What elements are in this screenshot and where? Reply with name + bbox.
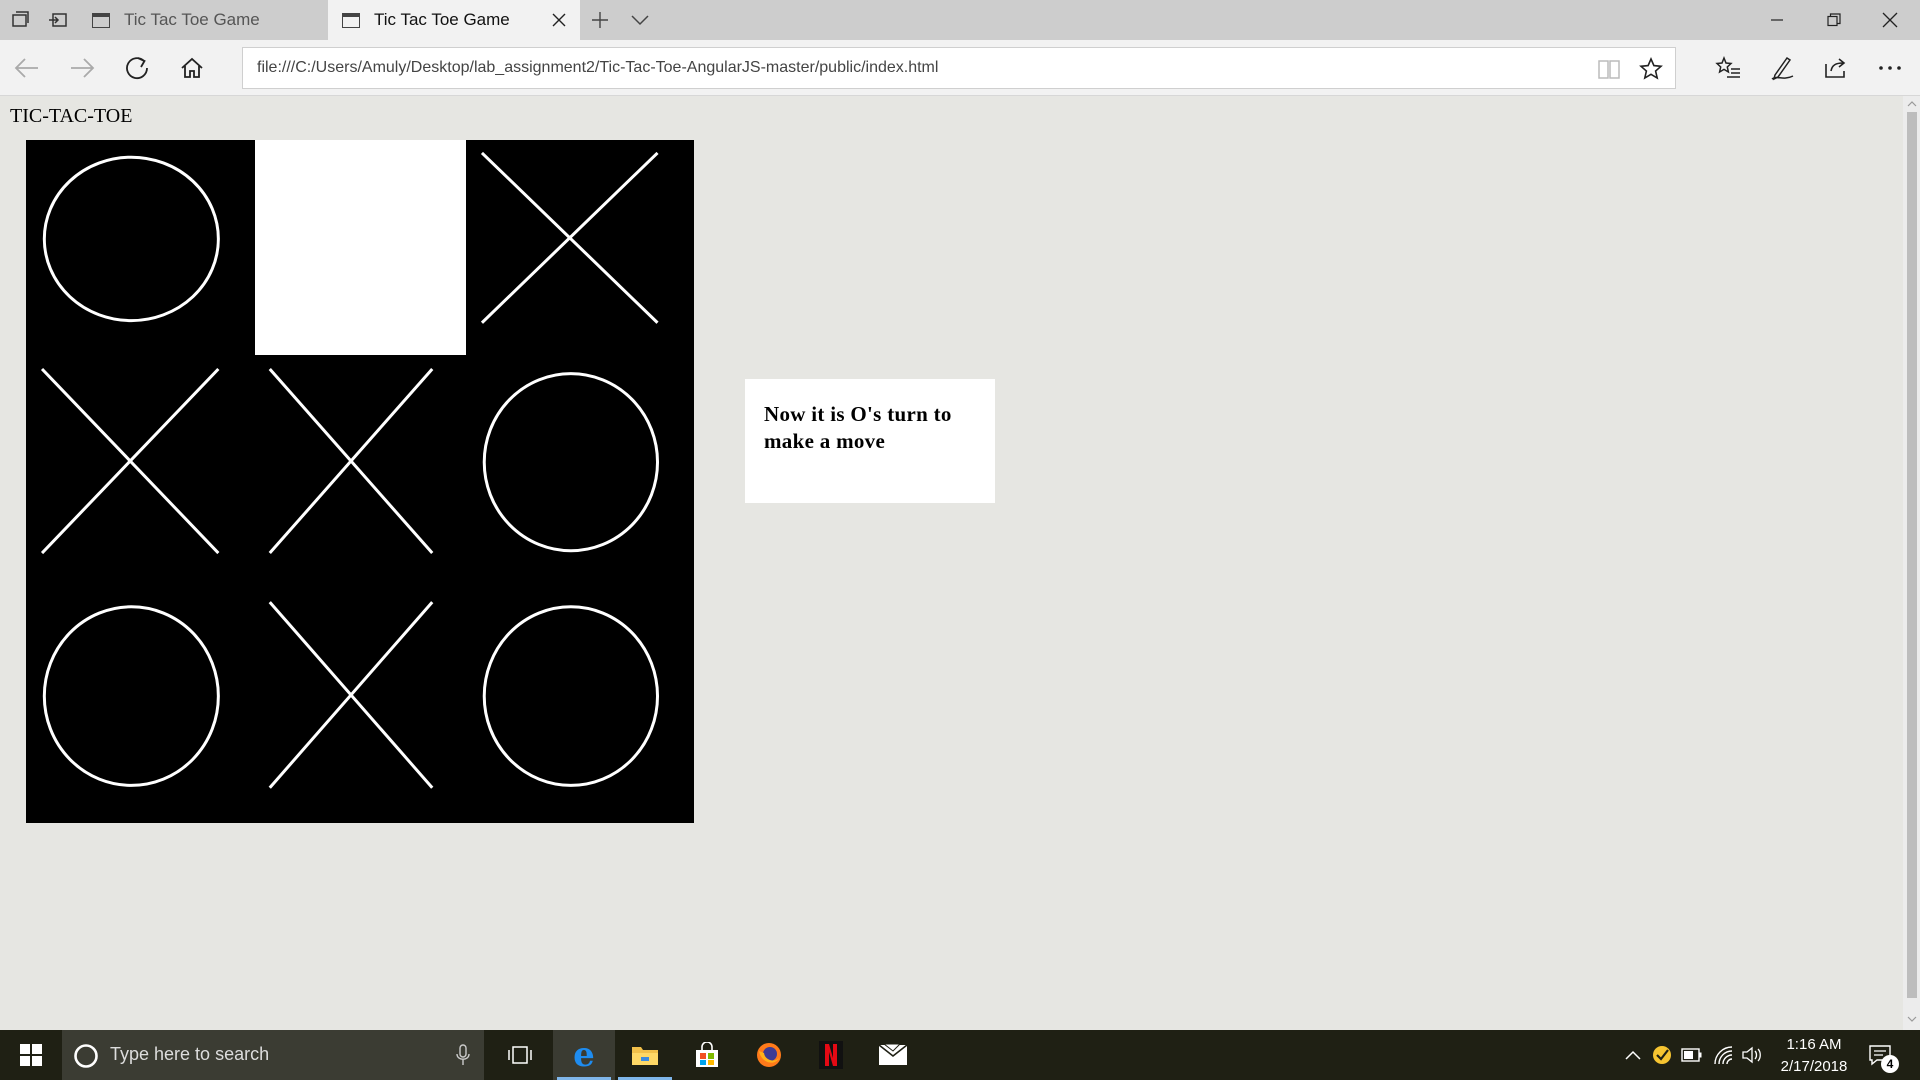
set-aside-tabs-icon[interactable] (46, 8, 70, 32)
back-icon[interactable] (11, 52, 43, 84)
board-cell-o[interactable] (466, 355, 694, 588)
refresh-icon[interactable] (121, 52, 153, 84)
home-icon[interactable] (176, 52, 208, 84)
tab-title: Tic Tac Toe Game (374, 10, 510, 29)
edge-browser-icon[interactable]: e (553, 1030, 615, 1080)
browser-window: Tic Tac Toe Game Tic Tac Toe Game file:/… (0, 0, 1920, 1080)
board-cell-empty[interactable] (255, 140, 466, 355)
board-cell-o[interactable] (26, 140, 255, 355)
battery-icon[interactable] (1680, 1043, 1704, 1067)
new-tab-icon[interactable] (588, 8, 612, 32)
board-cell-x[interactable] (466, 140, 694, 355)
favorites-hub-icon[interactable] (1712, 52, 1744, 84)
o-mark (484, 374, 657, 551)
page-title: TIC-TAC-TOE (10, 105, 133, 127)
page-content: TIC-TAC-TOE Now it is O's turn to make a… (0, 96, 1903, 1030)
o-mark-svg (466, 588, 694, 823)
minimize-icon[interactable] (1749, 0, 1805, 40)
address-bar[interactable]: file:///C:/Users/Amuly/Desktop/lab_assig… (242, 47, 1676, 89)
wifi-icon[interactable] (1712, 1043, 1736, 1067)
o-mark-svg (26, 588, 255, 823)
x-mark-svg (255, 588, 466, 823)
navigation-bar: file:///C:/Users/Amuly/Desktop/lab_assig… (0, 40, 1920, 96)
restore-icon[interactable] (1806, 0, 1862, 40)
file-explorer-icon[interactable] (614, 1030, 676, 1080)
board-cell-x[interactable] (26, 355, 255, 588)
board-cell-o[interactable] (26, 588, 255, 823)
microphone-icon[interactable] (456, 1044, 470, 1071)
board-cell-x[interactable] (255, 588, 466, 823)
security-status-icon[interactable] (1650, 1043, 1674, 1067)
tab-title: Tic Tac Toe Game (124, 10, 260, 29)
tab-active[interactable]: Tic Tac Toe Game (328, 0, 580, 40)
scroll-up-icon[interactable] (1906, 99, 1917, 109)
x-mark-svg (26, 355, 255, 588)
turn-status: Now it is O's turn to make a move (764, 402, 952, 453)
clock-date: 2/17/2018 (1780, 1058, 1848, 1075)
netflix-icon[interactable] (800, 1030, 862, 1080)
store-icon[interactable] (676, 1030, 738, 1080)
cortana-icon (73, 1043, 99, 1074)
scroll-down-icon[interactable] (1906, 1014, 1917, 1024)
show-hidden-icons-icon[interactable] (1621, 1043, 1645, 1067)
web-note-icon[interactable] (1766, 52, 1798, 84)
taskbar-search-box[interactable]: Type here to search (62, 1030, 484, 1080)
windows-start-icon[interactable] (0, 1030, 62, 1080)
o-mark (44, 157, 218, 320)
more-icon[interactable] (1874, 52, 1906, 84)
share-icon[interactable] (1820, 52, 1852, 84)
status-panel: Now it is O's turn to make a move (745, 379, 995, 503)
address-url: file:///C:/Users/Amuly/Desktop/lab_assig… (257, 59, 939, 76)
o-mark-svg (26, 140, 255, 355)
search-placeholder: Type here to search (110, 1044, 270, 1064)
tab-strip: Tic Tac Toe Game Tic Tac Toe Game (0, 0, 1920, 40)
scroll-thumb[interactable] (1907, 112, 1917, 998)
task-view-icon[interactable] (489, 1030, 551, 1080)
page-icon (92, 12, 110, 28)
forward-icon[interactable] (66, 52, 98, 84)
close-icon[interactable] (1862, 0, 1918, 40)
x-mark-svg (466, 140, 694, 355)
firefox-icon[interactable] (738, 1030, 800, 1080)
tab-list-icon[interactable] (8, 8, 32, 32)
tab-preview-icon[interactable] (628, 8, 652, 32)
board-cell-o[interactable] (466, 588, 694, 823)
volume-icon[interactable] (1740, 1043, 1764, 1067)
vertical-scrollbar[interactable] (1903, 96, 1920, 1030)
board-cell-x[interactable] (255, 355, 466, 588)
game-board (26, 140, 694, 823)
o-mark-svg (466, 355, 694, 588)
page-icon (342, 12, 360, 28)
system-clock[interactable]: 1:16 AM 2/17/2018 (1768, 1034, 1860, 1078)
tab-inactive[interactable]: Tic Tac Toe Game (78, 0, 328, 40)
clock-time: 1:16 AM (1786, 1036, 1842, 1053)
reading-view-icon[interactable] (1596, 56, 1622, 82)
favorite-star-icon[interactable] (1638, 56, 1664, 82)
mail-icon[interactable] (862, 1030, 924, 1080)
o-mark (44, 607, 218, 786)
tab-close-icon[interactable] (548, 9, 570, 31)
x-mark-svg (255, 355, 466, 588)
o-mark (484, 607, 657, 786)
notification-badge: 4 (1881, 1055, 1899, 1073)
taskbar: Type here to search e 1:16 AM 2/17/2018 … (0, 1030, 1920, 1080)
